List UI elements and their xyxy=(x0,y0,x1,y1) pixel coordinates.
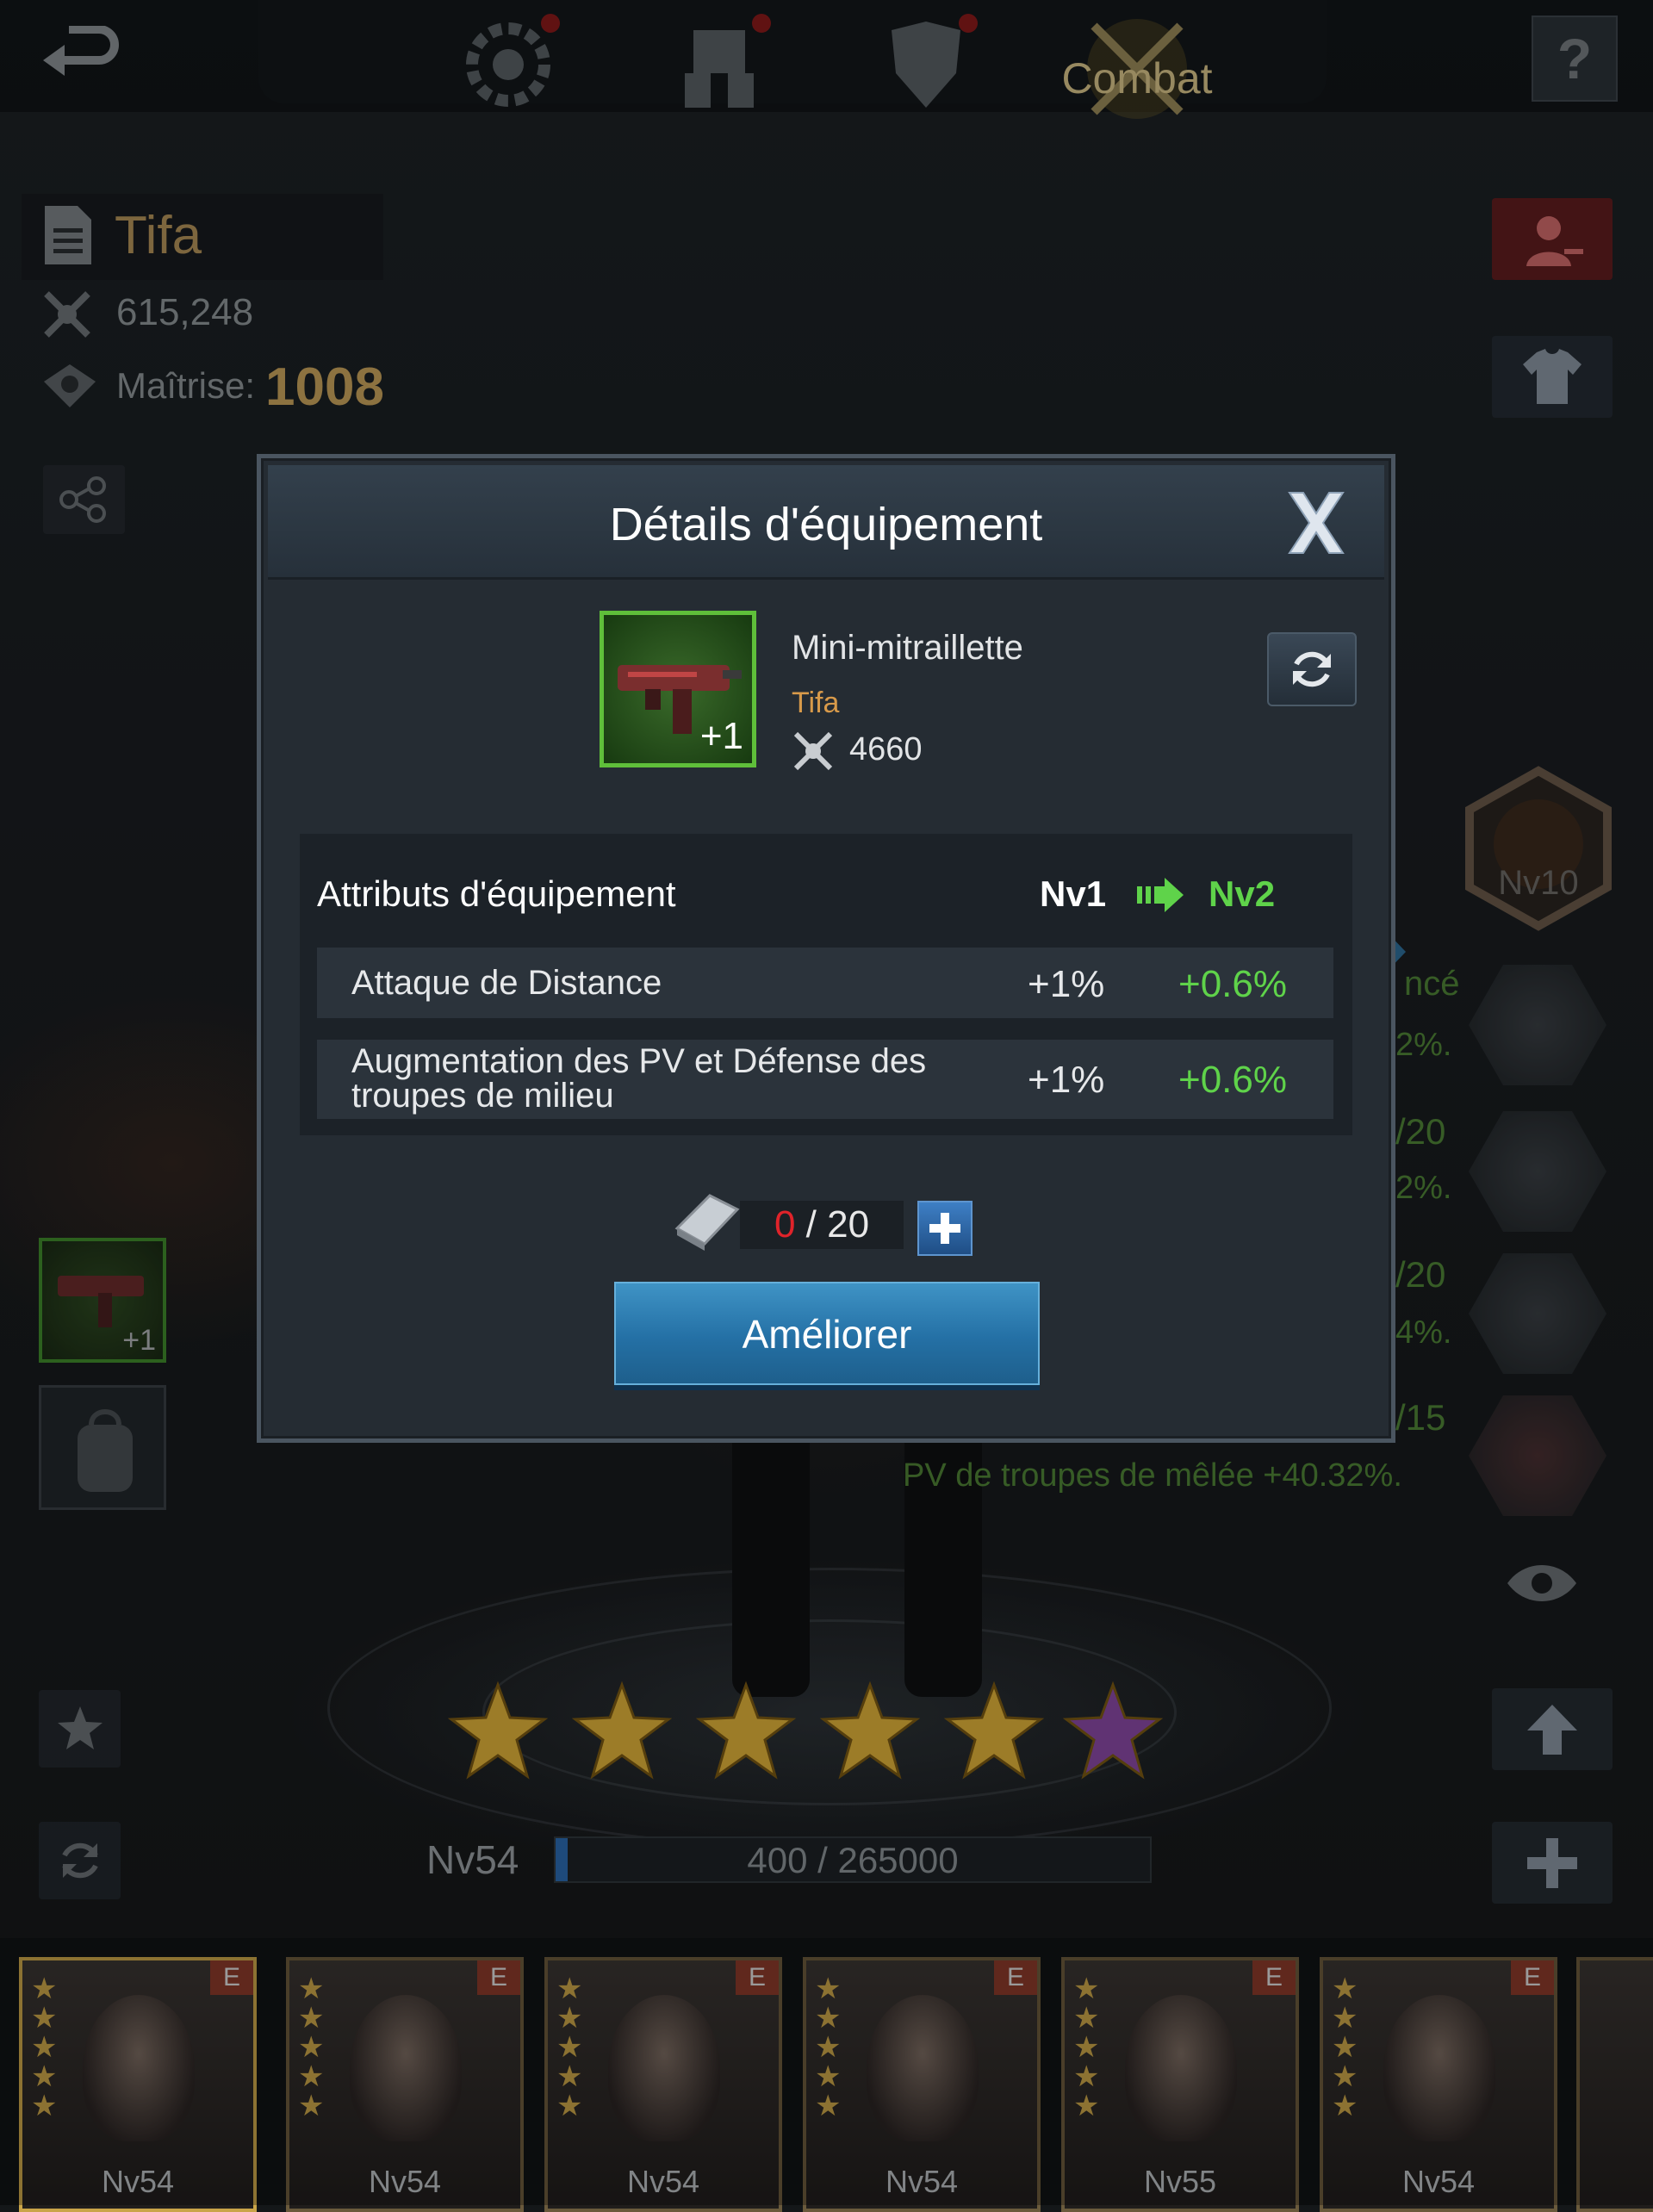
item-owner: Tifa xyxy=(792,687,840,719)
attribute-name-line1: Augmentation des PV et Défense des xyxy=(351,1042,927,1080)
attribute-current: +1% xyxy=(1028,963,1105,1005)
refresh-icon xyxy=(1293,651,1331,687)
attribute-name: Attaque de Distance xyxy=(351,964,662,1002)
swap-equipment-button[interactable] xyxy=(1267,632,1357,706)
arrow-right-icon xyxy=(1137,876,1185,914)
equipment-details-dialog: Détails d'équipement +1 Mini-mitraillett… xyxy=(257,454,1395,1443)
upgrade-material-icon xyxy=(668,1190,743,1256)
current-level: Nv1 xyxy=(1040,873,1107,914)
attribute-next: +0.6% xyxy=(1178,1059,1287,1101)
attribute-row: Attaque de Distance +1% +0.6% xyxy=(317,948,1333,1018)
attribute-current: +1% xyxy=(1028,1059,1105,1101)
dialog-title: Détails d'équipement xyxy=(609,499,1043,550)
dialog-header: Détails d'équipement xyxy=(268,465,1384,580)
material-have: 0 xyxy=(774,1203,796,1246)
upgrade-button[interactable]: Améliorer xyxy=(614,1282,1040,1385)
plus-icon xyxy=(929,1213,960,1244)
attribute-name-line2: troupes de milieu xyxy=(351,1077,614,1115)
item-name: Mini-mitraillette xyxy=(792,629,1023,667)
close-button[interactable] xyxy=(1277,484,1355,562)
add-material-button[interactable] xyxy=(917,1201,973,1256)
attributes-header: Attributs d'équipement xyxy=(317,873,676,914)
material-need: / 20 xyxy=(805,1203,870,1246)
upgrade-button-label: Améliorer xyxy=(742,1312,912,1357)
item-power: 4660 xyxy=(849,731,923,767)
next-level: Nv2 xyxy=(1209,873,1276,914)
power-icon xyxy=(792,730,835,773)
material-count: 0 / 20 xyxy=(740,1201,904,1249)
item-upgrade-level: +1 xyxy=(699,715,743,757)
close-icon xyxy=(1288,492,1345,554)
item-thumbnail[interactable]: +1 xyxy=(600,611,756,767)
attribute-next: +0.6% xyxy=(1178,963,1287,1005)
attribute-row: Augmentation des PV et Défense des troup… xyxy=(317,1040,1333,1119)
